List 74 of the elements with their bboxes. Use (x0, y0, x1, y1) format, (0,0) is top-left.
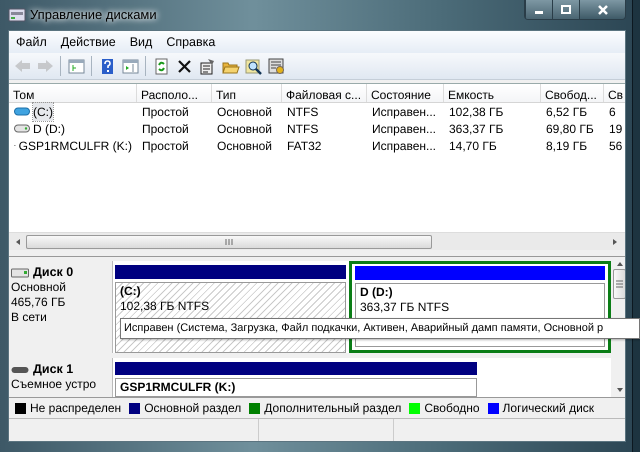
partition-name: D (D:) (360, 285, 394, 300)
table-cell-text: FAT32 (287, 138, 322, 154)
scroll-up-icon (616, 261, 624, 267)
close-icon (598, 4, 608, 14)
menu-item[interactable]: Файл (9, 32, 54, 52)
tree-pane-icon[interactable] (66, 56, 86, 76)
menu-item[interactable]: Вид (122, 32, 160, 52)
table-cell-text: 8,19 ГБ (546, 138, 588, 154)
grip-icon (225, 238, 233, 244)
table-cell-text: Простой (142, 120, 189, 138)
partition-size: 363,37 ГБ NTFS (360, 300, 450, 315)
volume-icon (14, 106, 30, 117)
partition-name: (C:) (120, 284, 142, 299)
legend-label: Дополнительный раздел (264, 400, 402, 417)
table-cell-text: 6 (609, 104, 616, 120)
table-cell-text: 69,80 ГБ (546, 120, 594, 138)
legend-label: Логический диск (502, 400, 594, 417)
scroll-down-icon (616, 387, 624, 393)
volume-name[interactable]: GSP1RMCULFR (K:) (18, 136, 132, 154)
menu-item[interactable]: Справка (159, 32, 222, 52)
table-cell-text: Основной (217, 138, 272, 154)
scroll-right-icon (611, 238, 619, 246)
disk-detail: Основной (11, 280, 68, 295)
table-cell-text: Основной (217, 120, 272, 138)
disk-management-icon (8, 7, 26, 23)
window-title: Управление дисками (30, 6, 157, 24)
minimize-button[interactable] (525, 0, 552, 19)
column-header[interactable]: Тип (212, 84, 282, 102)
volume-name[interactable]: (C:) (33, 102, 53, 120)
disk-detail: В сети (11, 310, 48, 325)
scroll-left-icon (14, 238, 22, 246)
partition-size: 102,38 ГБ NTFS (120, 299, 210, 314)
table-cell-text: NTFS (287, 120, 318, 138)
table-cell-text: 14,70 ГБ (449, 138, 497, 154)
table-cell-text: Исправен... (372, 138, 436, 154)
disk-detail: Съемное устро (11, 377, 98, 392)
legend-label: Свободно (424, 400, 480, 417)
disk-info-panel[interactable]: Диск 1 Съемное устро (9, 358, 113, 397)
grip-icon (616, 280, 623, 288)
column-header[interactable]: Состояние (367, 84, 444, 102)
table-cell-text: 19 (609, 120, 622, 138)
table-cell-text: Исправен... (372, 120, 436, 138)
tooltip: Исправен (Система, Загрузка, Файл подкачки, Активен, Аварийный дамп памяти, Основной р (120, 318, 640, 338)
table-cell-text: Основной (217, 104, 272, 120)
table-cell-text: 363,37 ГБ (449, 120, 504, 138)
search-icon[interactable] (244, 56, 262, 76)
column-header[interactable]: Располо... (137, 84, 212, 102)
table-cell-text: 102,38 ГБ (449, 104, 504, 120)
column-header[interactable]: Свобод... (541, 84, 604, 102)
table-cell-text: Простой (142, 104, 189, 120)
maximize-icon (561, 5, 571, 14)
horizontal-scrollbar[interactable] (9, 232, 625, 250)
menu-item[interactable]: Действие (54, 32, 123, 52)
action-pane-icon[interactable] (120, 56, 140, 76)
legend-label: Основной раздел (144, 400, 242, 417)
volume-name[interactable]: D (D:) (33, 120, 65, 138)
table-cell-text: NTFS (287, 104, 318, 120)
table-cell-text: Исправен... (372, 104, 436, 120)
table-cell-text: 56 (609, 138, 622, 154)
legend-label: Не распределен (30, 400, 122, 417)
disk-info-panel[interactable]: Диск 0 Основной 465,76 ГБ В сети (9, 261, 113, 353)
column-header[interactable]: Файловая с... (282, 84, 367, 102)
table-cell-text: Простой (142, 138, 189, 154)
disk-detail: 465,76 ГБ (11, 295, 66, 310)
partition-name: GSP1RMCULFR (K:) (120, 380, 236, 395)
disk-name: Диск 1 (33, 362, 74, 377)
column-header[interactable]: Емкость (444, 84, 541, 102)
maximize-button[interactable] (552, 0, 579, 19)
table-cell-text: 6,52 ГБ (546, 104, 588, 120)
column-header[interactable]: Том (9, 84, 137, 102)
disk-name: Диск 0 (33, 265, 74, 280)
settings-icon[interactable] (266, 56, 286, 76)
close-button[interactable] (579, 0, 625, 19)
properties-icon[interactable] (198, 56, 216, 76)
